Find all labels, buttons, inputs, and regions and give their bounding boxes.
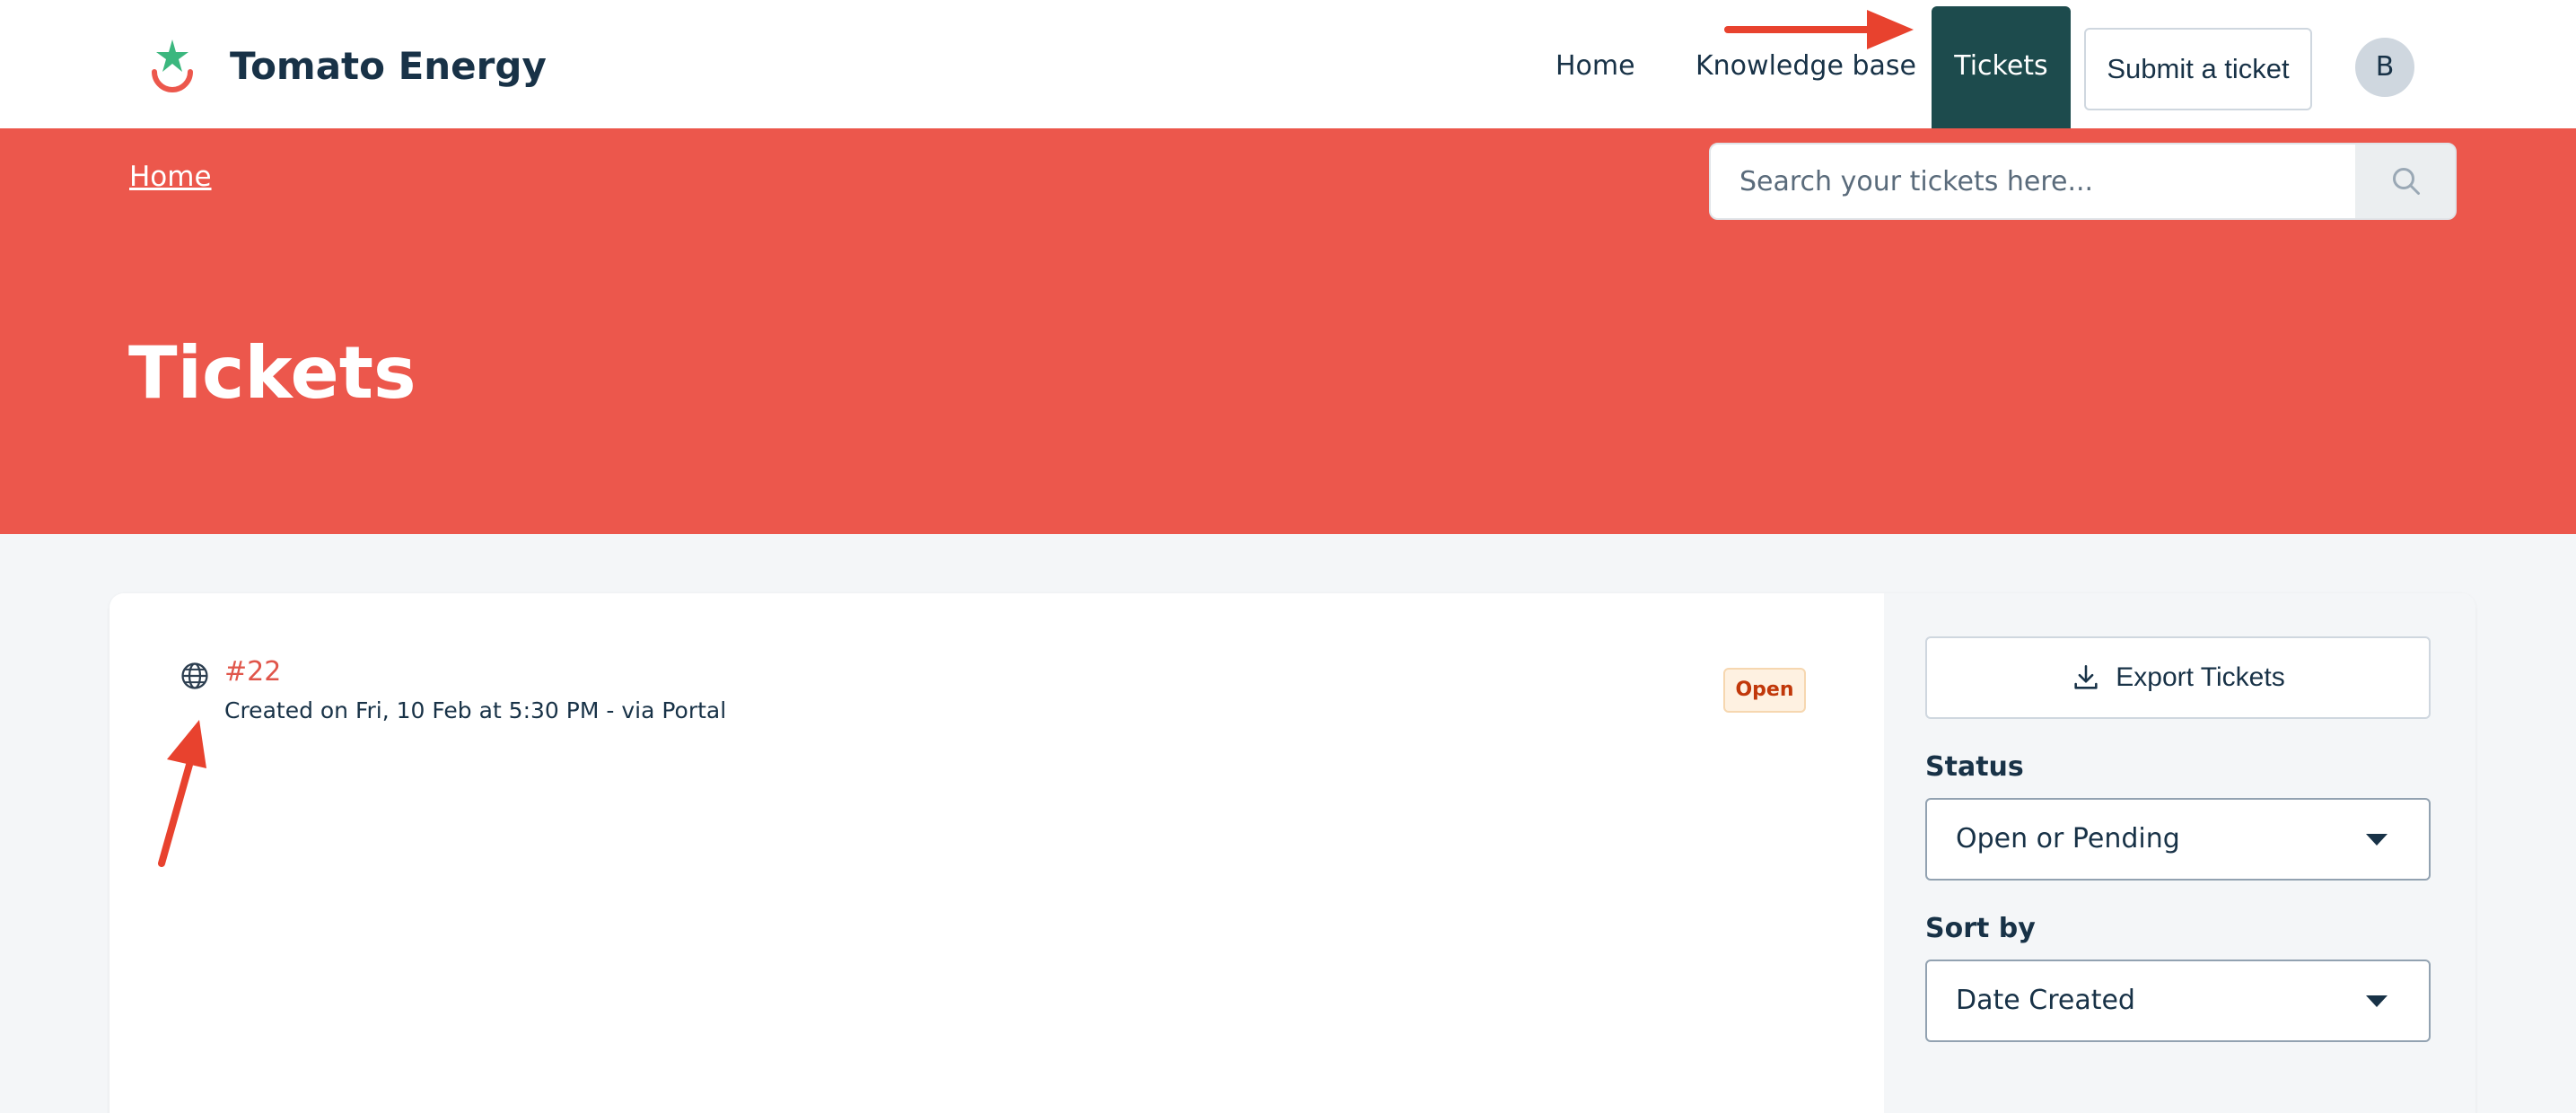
top-header: Tomato Energy Home Knowledge base Ticket… (0, 0, 2576, 128)
download-icon (2074, 664, 2098, 689)
caret-down-icon (2366, 995, 2388, 1007)
ticket-id-link[interactable]: #22 (224, 656, 281, 688)
nav-tickets-tab[interactable]: Tickets (1932, 6, 2071, 128)
sort-by-select-value: Date Created (1956, 985, 2135, 1016)
ticket-search (1709, 143, 2457, 220)
sort-by-select[interactable]: Date Created (1925, 960, 2431, 1042)
ticket-meta: Created on Fri, 10 Feb at 5:30 PM - via … (224, 697, 727, 723)
submit-ticket-button[interactable]: Submit a ticket (2084, 28, 2312, 110)
nav-home-link[interactable]: Home (1555, 39, 1635, 93)
status-badge: Open (1723, 668, 1806, 713)
user-avatar[interactable]: B (2355, 38, 2414, 97)
search-icon (2392, 168, 2420, 195)
tomato-logo-icon[interactable] (144, 36, 201, 101)
page-title: Tickets (128, 331, 416, 415)
status-select-value: Open or Pending (1956, 823, 2180, 854)
brand-name[interactable]: Tomato Energy (230, 39, 547, 93)
globe-icon (180, 661, 210, 691)
export-tickets-button[interactable]: Export Tickets (1925, 636, 2431, 719)
tickets-card: #22 Created on Fri, 10 Feb at 5:30 PM - … (110, 593, 2475, 1113)
status-label: Status (1925, 751, 2024, 783)
nav-knowledge-base-link[interactable]: Knowledge base (1695, 39, 1916, 93)
export-tickets-label: Export Tickets (2116, 662, 2285, 692)
breadcrumb-home-link[interactable]: Home (129, 161, 212, 193)
caret-down-icon (2366, 834, 2388, 846)
sort-by-label: Sort by (1925, 913, 2036, 944)
search-button[interactable] (2355, 145, 2455, 218)
status-select[interactable]: Open or Pending (1925, 798, 2431, 881)
ticket-search-input[interactable] (1711, 145, 2355, 218)
hero-banner: Home Tickets (0, 128, 2576, 534)
filter-sidebar: Export Tickets Status Open or Pending So… (1884, 593, 2475, 1113)
